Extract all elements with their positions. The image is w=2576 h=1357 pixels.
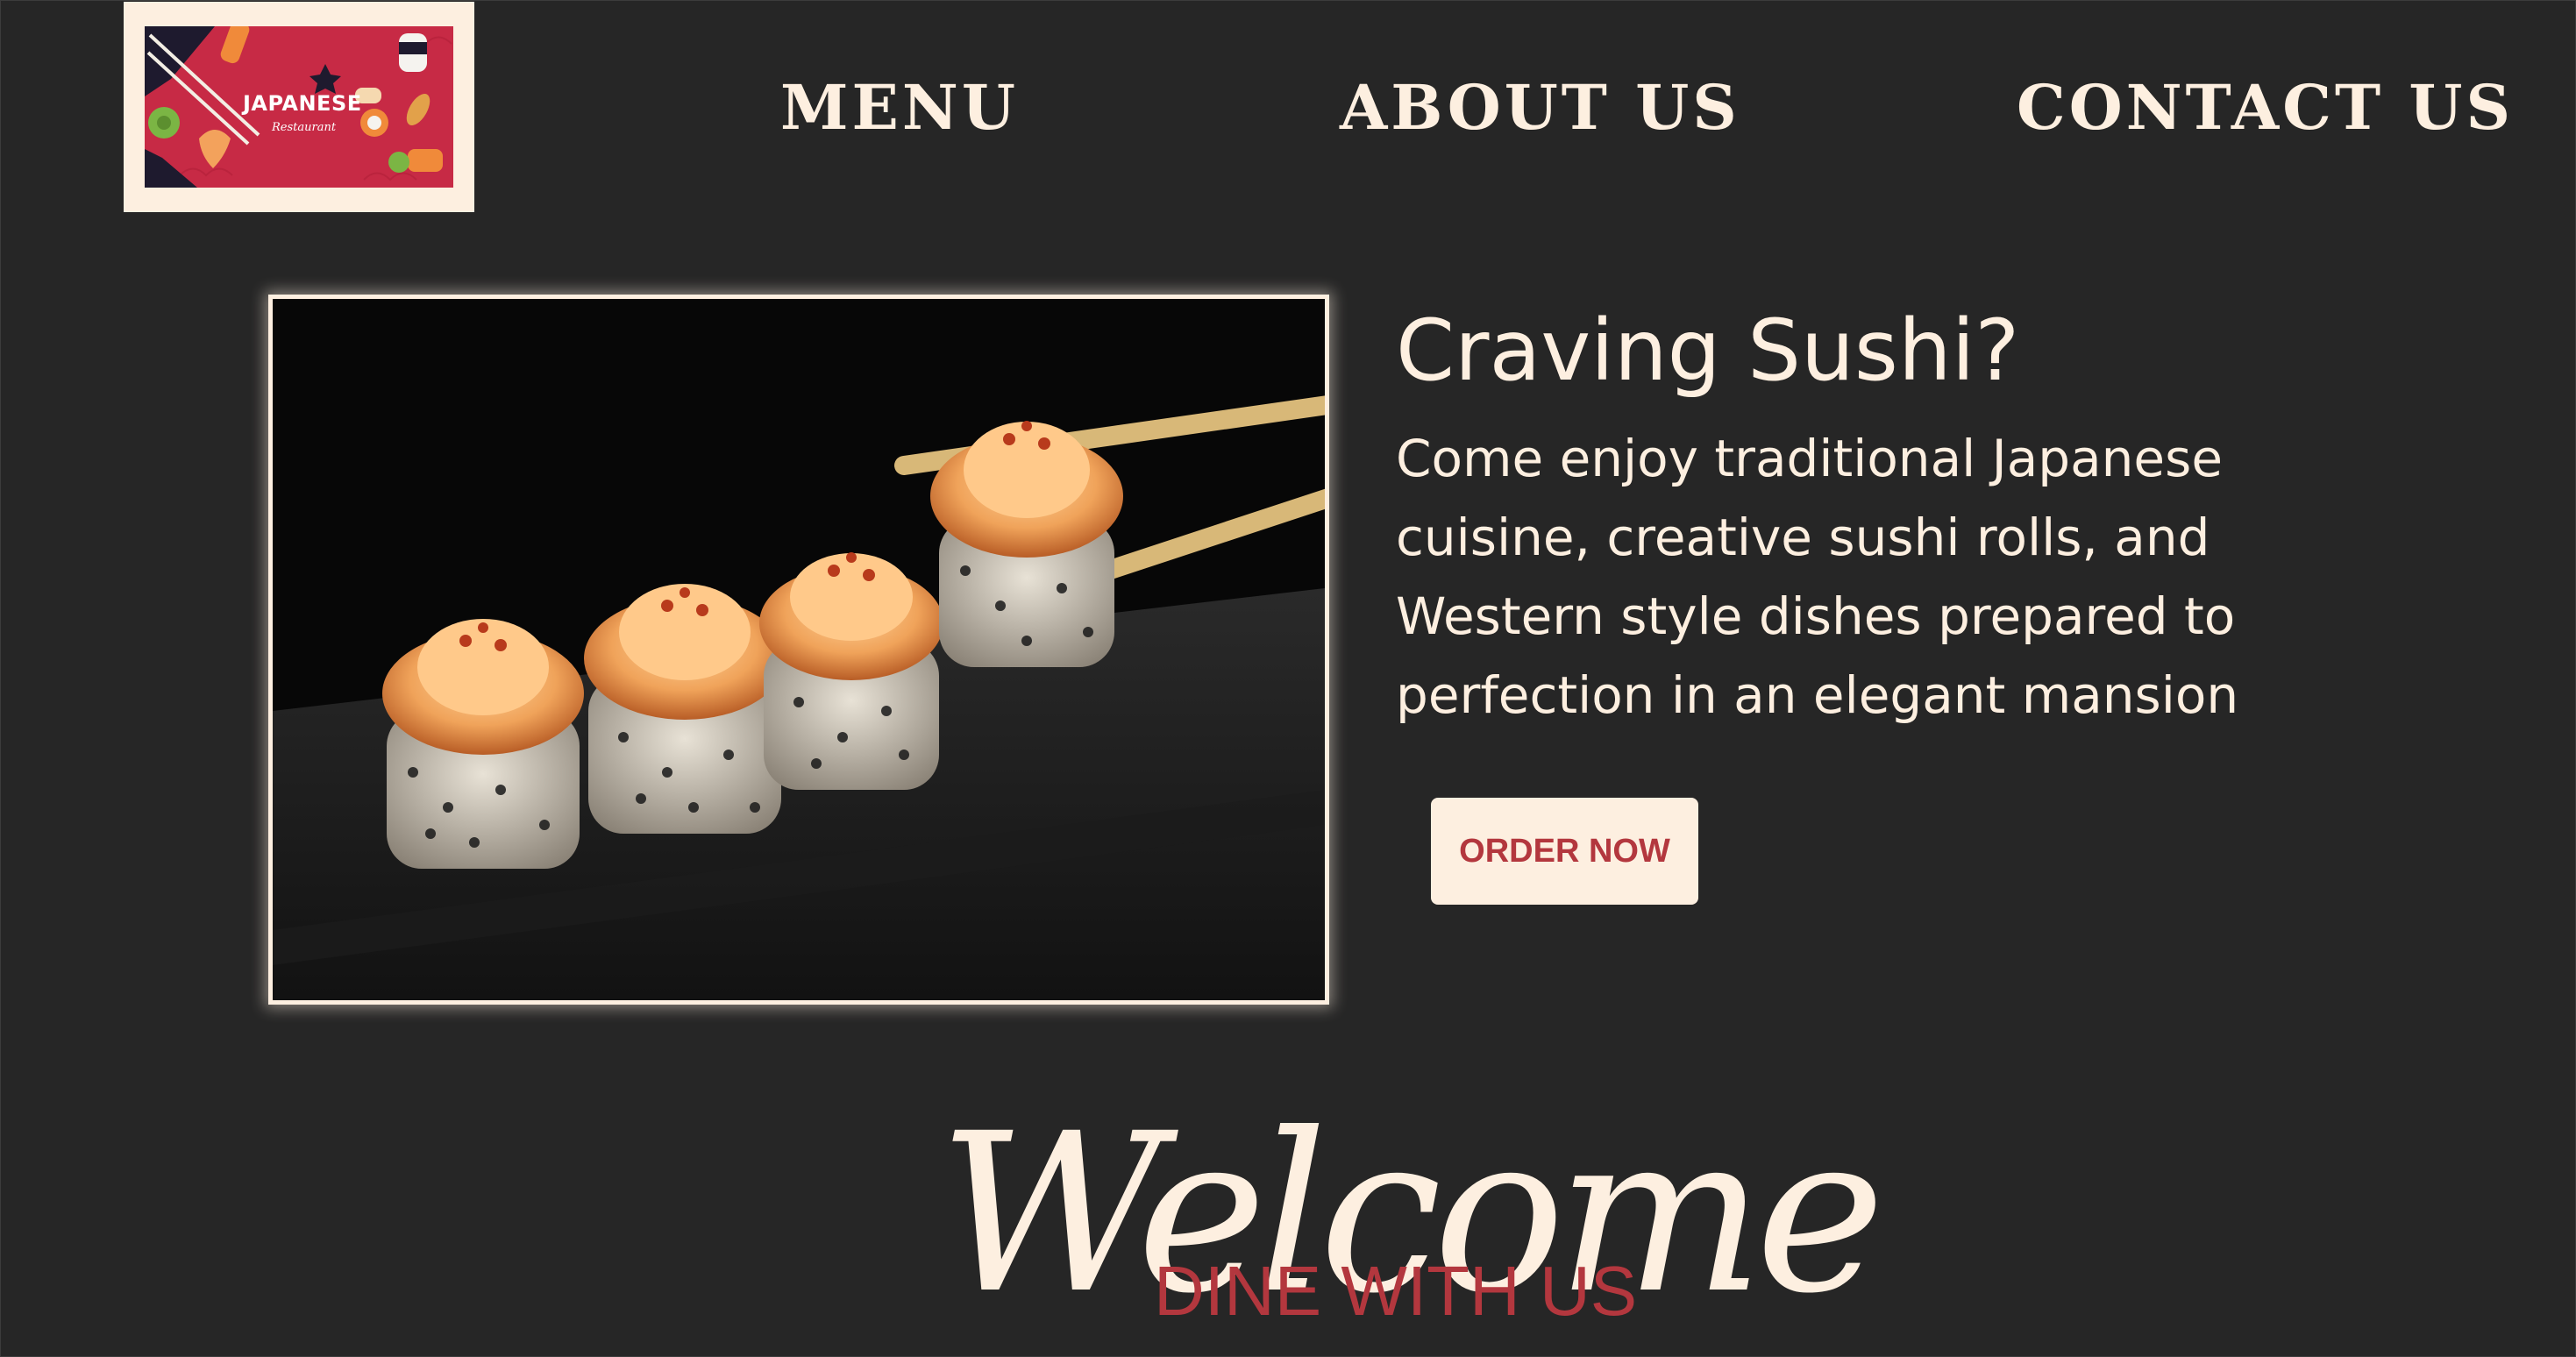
- order-now-button[interactable]: ORDER NOW: [1431, 798, 1698, 905]
- logo-badge: JAPANESE Restaurant: [145, 26, 453, 188]
- nav-contact-us-link[interactable]: CONTACT US: [2017, 68, 2514, 147]
- nav-about-us-link[interactable]: ABOUT US: [1340, 68, 1740, 147]
- restaurant-logo[interactable]: JAPANESE Restaurant: [124, 2, 474, 212]
- logo-subtitle: Restaurant: [272, 121, 337, 134]
- hero-description: Come enjoy traditional Japanese cuisine,…: [1396, 429, 2239, 725]
- logo-title: JAPANESE: [243, 91, 362, 116]
- hero-title: Craving Sushi?: [1396, 302, 2020, 400]
- shrimp-icon: [199, 130, 231, 168]
- nav-menu-link[interactable]: MENU: [780, 68, 1019, 147]
- sushi-illustration: [273, 299, 1325, 1000]
- dine-with-us-tagline: DINE WITH US: [1154, 1252, 1638, 1330]
- sushi-photo: [268, 295, 1329, 1005]
